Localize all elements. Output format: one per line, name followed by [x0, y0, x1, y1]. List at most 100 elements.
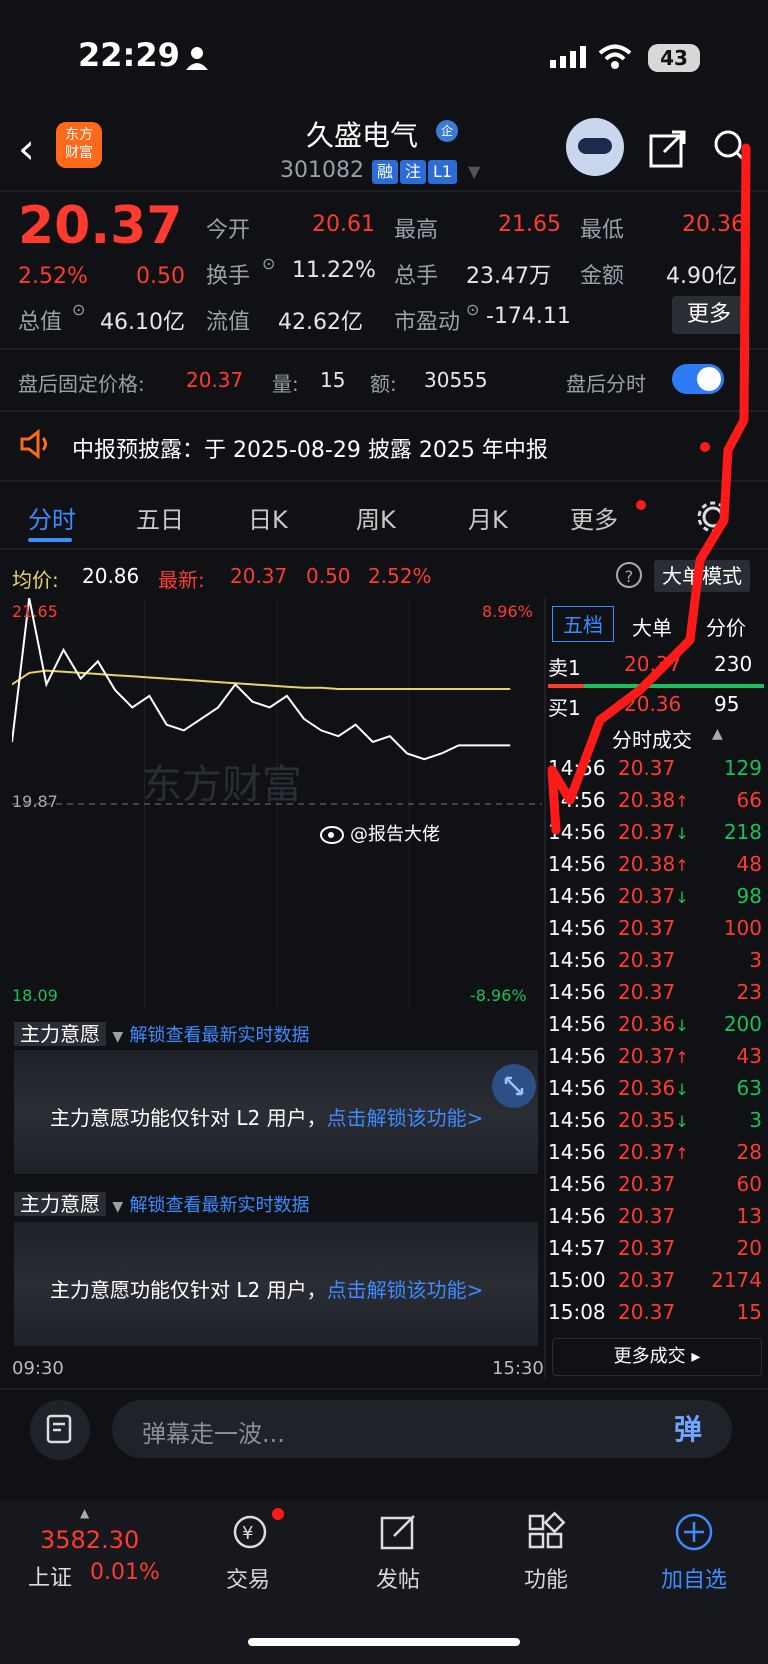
stock-code: 301082 [280, 158, 364, 183]
tick-volume: 200 [723, 1012, 762, 1036]
back-button[interactable]: ‹ [18, 124, 35, 173]
avg-label: 均价: [12, 568, 59, 592]
y-axis-bottom: 18.09 [12, 986, 58, 1005]
tick-direction: ↓ [675, 1112, 689, 1131]
tick-time: 14:56 [548, 756, 606, 780]
tick-volume: 48 [736, 852, 762, 876]
high-label: 最高 [394, 218, 439, 243]
tick-row: 14:56 20.37↓ 218 [548, 820, 762, 852]
tick-price: 20.37↓ [618, 884, 689, 908]
tick-price: 20.36↓ [618, 1012, 689, 1036]
chevron-down-icon[interactable]: ▼ [112, 1199, 123, 1215]
tab-intraday[interactable]: 分时 [28, 500, 76, 535]
avg-value: 20.86 [82, 564, 140, 588]
chevron-down-icon[interactable]: ▼ [468, 162, 480, 181]
tick-time: 14:56 [548, 1108, 606, 1132]
apps-icon[interactable] [524, 1510, 568, 1554]
total-mv-label: 总值 [18, 310, 63, 335]
float-mv-label: 流值 [206, 310, 251, 335]
tick-row: 14:56 20.37↑ 43 [548, 1044, 762, 1076]
help-icon[interactable]: ? [616, 562, 642, 588]
share-icon[interactable] [648, 128, 688, 168]
main-force-label[interactable]: 主力意愿 [14, 1192, 106, 1216]
index-pct[interactable]: 0.01% [90, 1560, 160, 1585]
tick-price: 20.37 [618, 980, 676, 1004]
gear-icon[interactable] [696, 500, 730, 534]
buy1-row: 买1 20.36 95 [548, 692, 762, 724]
tab-price-dist[interactable]: 分价 [706, 612, 746, 641]
more-trades-button[interactable]: 更多成交 ▸ [552, 1338, 762, 1376]
index-name[interactable]: 上证 [28, 1560, 72, 1592]
tick-price: 20.37 [618, 916, 676, 940]
tick-volume: 2174 [711, 1268, 762, 1292]
tick-volume: 28 [736, 1140, 762, 1164]
sell1-row: 卖1 20.37 230 [548, 652, 762, 684]
tab-five-day[interactable]: 五日 [136, 500, 184, 535]
tab-weekly-k[interactable]: 周K [356, 500, 396, 535]
unlock-link[interactable]: 解锁查看最新实时数据 [130, 1025, 310, 1046]
after-hours-amt-label: 额: [370, 372, 397, 396]
tick-volume: 129 [723, 756, 762, 780]
tab-big-orders[interactable]: 大单 [632, 612, 672, 641]
tab-daily-k[interactable]: 日K [248, 500, 288, 535]
tick-price: 20.38↑ [618, 852, 689, 876]
earnings-notice[interactable]: 中报预披露：于 2025-08-29 披露 2025 年中报 [72, 432, 548, 464]
note-icon[interactable] [30, 1400, 90, 1460]
after-hours-toggle[interactable] [672, 364, 724, 394]
danmaku-button[interactable]: 弹 [674, 1408, 718, 1452]
tick-price: 20.37↓ [618, 820, 689, 844]
search-icon[interactable] [712, 128, 752, 168]
unread-dot [272, 1508, 284, 1520]
unlock-link[interactable]: 解锁查看最新实时数据 [130, 1195, 310, 1216]
add-watchlist-icon[interactable] [672, 1510, 716, 1554]
order-book-bar [548, 684, 764, 688]
ai-assistant-avatar[interactable] [566, 118, 624, 176]
sort-icon[interactable]: ▲ [712, 726, 723, 742]
tick-row: 14:56 20.37 129 [548, 756, 762, 788]
tick-price: 20.37 [618, 948, 676, 972]
more-quote-button[interactable]: 更多 [672, 296, 746, 334]
unlock-feature-link[interactable]: 点击解锁该功能> [327, 1278, 484, 1302]
tick-row: 14:56 20.37 23 [548, 980, 762, 1012]
x-axis-end: 15:30 [492, 1358, 544, 1379]
unlock-feature-link[interactable]: 点击解锁该功能> [327, 1106, 484, 1130]
tick-price: 20.37 [618, 756, 676, 780]
tick-row: 14:56 20.38↑ 66 [548, 788, 762, 820]
speaker-icon [20, 428, 47, 460]
x-axis-start: 09:30 [12, 1358, 64, 1379]
tick-price: 20.36↓ [618, 1076, 689, 1100]
tick-row: 14:57 20.37 20 [548, 1236, 762, 1268]
chevron-down-icon[interactable]: ▼ [112, 1029, 123, 1045]
info-icon[interactable]: ⊙ [72, 300, 85, 319]
tab-level5[interactable]: 五档 [552, 606, 614, 642]
tick-row: 14:56 20.37 3 [548, 948, 762, 980]
sell1-label: 卖1 [548, 656, 581, 680]
app-logo[interactable]: 东方 财富 [56, 122, 102, 168]
index-value[interactable]: 3582.30 [40, 1526, 139, 1554]
tick-row: 14:56 20.36↓ 200 [548, 1012, 762, 1044]
big-order-mode-button[interactable]: 大单模式 [654, 560, 750, 592]
watermark: 东方财富 [142, 762, 302, 808]
after-hours-vol-label: 量: [272, 372, 299, 396]
lock-message: 主力意愿功能仅针对 L2 用户，点击解锁该功能> [50, 1274, 483, 1303]
expand-icon[interactable] [492, 1064, 536, 1108]
trade-icon[interactable]: ¥ [228, 1512, 272, 1552]
nav-functions[interactable]: 功能 [496, 1562, 596, 1594]
info-icon[interactable]: ⊙ [466, 300, 479, 319]
tab-monthly-k[interactable]: 月K [468, 500, 508, 535]
tick-price: 20.37↑ [618, 1044, 689, 1068]
nav-add-watchlist[interactable]: 加自选 [644, 1562, 744, 1594]
tick-direction: ↓ [675, 888, 689, 907]
nav-post[interactable]: 发帖 [348, 1562, 448, 1594]
post-icon[interactable] [376, 1510, 420, 1554]
last-label: 最新: [158, 568, 205, 592]
info-icon[interactable]: ⊙ [262, 254, 275, 273]
nav-trade[interactable]: 交易 [198, 1562, 298, 1594]
tab-more[interactable]: 更多 [570, 500, 618, 535]
tick-row: 14:56 20.36↓ 63 [548, 1076, 762, 1108]
main-force-label[interactable]: 主力意愿 [14, 1022, 106, 1046]
turnover-label: 换手 [206, 264, 251, 289]
battery-indicator: 43 [648, 44, 700, 72]
last-pct: 2.52% [368, 564, 432, 588]
ticks-header[interactable]: 分时成交 [612, 724, 692, 753]
